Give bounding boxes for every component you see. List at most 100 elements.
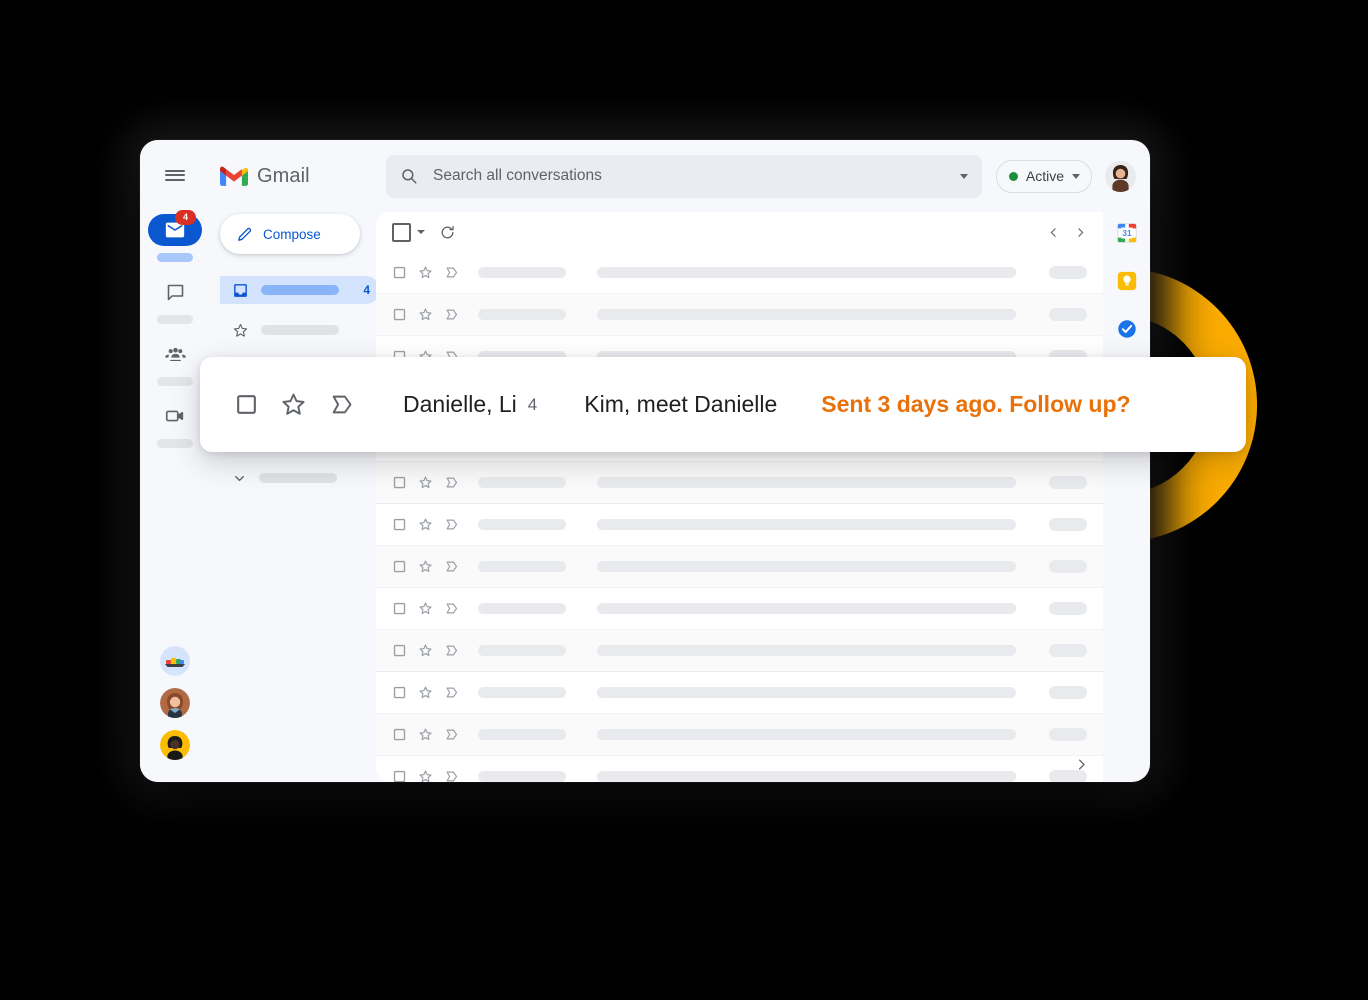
hamburger-menu-icon[interactable] <box>156 156 194 194</box>
status-dot-icon <box>1008 171 1018 181</box>
google-keep-icon[interactable] <box>1116 270 1138 292</box>
sidebar-item-more[interactable] <box>220 464 380 492</box>
table-row[interactable] <box>376 588 1103 630</box>
sidebar-item-starred[interactable] <box>220 316 380 344</box>
star-icon[interactable] <box>418 265 433 280</box>
status-badge[interactable]: Active <box>995 159 1092 193</box>
subject-skeleton <box>597 771 1016 782</box>
checkbox-icon[interactable] <box>392 307 407 322</box>
star-icon[interactable] <box>418 307 433 322</box>
select-all-caret-icon[interactable] <box>417 230 425 234</box>
compose-label: Compose <box>263 226 321 242</box>
sender-skeleton <box>478 771 566 782</box>
table-row[interactable] <box>376 714 1103 756</box>
table-row[interactable] <box>376 672 1103 714</box>
checkbox-icon[interactable] <box>392 643 407 658</box>
subject-skeleton <box>597 603 1016 614</box>
star-icon[interactable] <box>418 769 433 782</box>
important-marker-icon[interactable] <box>444 643 459 658</box>
table-row[interactable] <box>376 294 1103 336</box>
avatar-person-2[interactable] <box>160 730 190 760</box>
checkbox-icon[interactable] <box>392 727 407 742</box>
important-marker-icon[interactable] <box>444 769 459 782</box>
checkbox-icon[interactable] <box>392 265 407 280</box>
compose-button[interactable]: Compose <box>220 214 360 254</box>
rail-item-meet[interactable] <box>148 400 202 448</box>
brand: Gmail <box>220 165 372 188</box>
search-options-icon[interactable] <box>959 173 968 179</box>
sidebar-item-inbox[interactable]: 4 <box>220 276 380 304</box>
chevron-right-icon[interactable] <box>1074 226 1087 239</box>
important-marker-icon[interactable] <box>444 727 459 742</box>
gmail-logo-icon <box>220 166 248 186</box>
important-marker-icon[interactable] <box>444 601 459 616</box>
checkbox-icon[interactable] <box>392 559 407 574</box>
table-row[interactable] <box>376 252 1103 294</box>
important-marker-icon[interactable] <box>444 559 459 574</box>
star-icon[interactable] <box>418 517 433 532</box>
chevron-left-icon[interactable] <box>1047 226 1060 239</box>
date-skeleton <box>1049 476 1087 489</box>
star-icon[interactable] <box>418 643 433 658</box>
mail-icon[interactable]: 4 <box>148 210 202 246</box>
date-skeleton <box>1049 308 1087 321</box>
rail-item-spaces[interactable] <box>148 338 202 386</box>
important-marker-icon[interactable] <box>444 307 459 322</box>
sidebar-label-skeleton <box>261 325 339 335</box>
star-icon[interactable] <box>418 601 433 616</box>
card-subject: Kim, meet Danielle <box>584 391 778 417</box>
inbox-icon <box>234 283 247 297</box>
avatar-illustration[interactable] <box>160 646 190 676</box>
google-tasks-icon[interactable] <box>1116 318 1138 340</box>
select-all-checkbox[interactable] <box>392 222 411 242</box>
table-row[interactable] <box>376 756 1103 782</box>
table-row[interactable] <box>376 630 1103 672</box>
table-row[interactable] <box>376 546 1103 588</box>
side-apps-rail: 31 <box>1103 212 1150 782</box>
subject-skeleton <box>597 519 1016 530</box>
video-camera-icon[interactable] <box>148 400 202 432</box>
checkbox-icon[interactable] <box>392 601 407 616</box>
star-icon[interactable] <box>418 559 433 574</box>
date-skeleton <box>1049 560 1087 573</box>
next-page-icon[interactable] <box>1074 757 1089 772</box>
search-input[interactable] <box>431 166 947 186</box>
star-icon[interactable] <box>418 727 433 742</box>
chat-bubble-icon[interactable] <box>148 276 202 308</box>
rail-label-skeleton <box>157 253 193 262</box>
google-calendar-icon[interactable]: 31 <box>1116 222 1138 244</box>
card-row-icons <box>234 391 355 418</box>
highlighted-conversation-card[interactable]: Danielle, Li 4 Kim, meet Danielle Sent 3… <box>200 357 1246 452</box>
important-marker-icon[interactable] <box>444 517 459 532</box>
table-row[interactable] <box>376 504 1103 546</box>
checkbox-icon[interactable] <box>392 475 407 490</box>
table-row[interactable] <box>376 462 1103 504</box>
sender-skeleton <box>478 477 566 488</box>
checkbox-icon[interactable] <box>234 392 259 417</box>
checkbox-icon[interactable] <box>392 517 407 532</box>
search-bar[interactable] <box>386 154 982 198</box>
subject-skeleton <box>597 477 1016 488</box>
rail-item-chat[interactable] <box>148 276 202 324</box>
sidebar-label-skeleton <box>261 285 339 295</box>
subject-skeleton <box>597 729 1016 740</box>
app-icon-rail: 4 <box>140 140 210 782</box>
important-marker-icon[interactable] <box>444 685 459 700</box>
checkbox-icon[interactable] <box>392 685 407 700</box>
list-toolbar <box>376 212 1103 252</box>
important-marker-icon[interactable] <box>328 391 355 418</box>
important-marker-icon[interactable] <box>444 265 459 280</box>
avatar-person-1[interactable] <box>160 688 190 718</box>
star-icon[interactable] <box>418 475 433 490</box>
refresh-icon[interactable] <box>439 224 456 241</box>
subject-skeleton <box>597 561 1016 572</box>
rail-item-mail[interactable]: 4 <box>148 210 202 262</box>
star-icon[interactable] <box>280 391 307 418</box>
avatar[interactable] <box>1105 160 1136 192</box>
spaces-people-icon[interactable] <box>148 338 202 370</box>
checkbox-icon[interactable] <box>392 769 407 782</box>
rail-label-skeleton <box>157 439 193 448</box>
star-icon[interactable] <box>418 685 433 700</box>
status-caret-icon[interactable] <box>1072 173 1080 179</box>
important-marker-icon[interactable] <box>444 475 459 490</box>
